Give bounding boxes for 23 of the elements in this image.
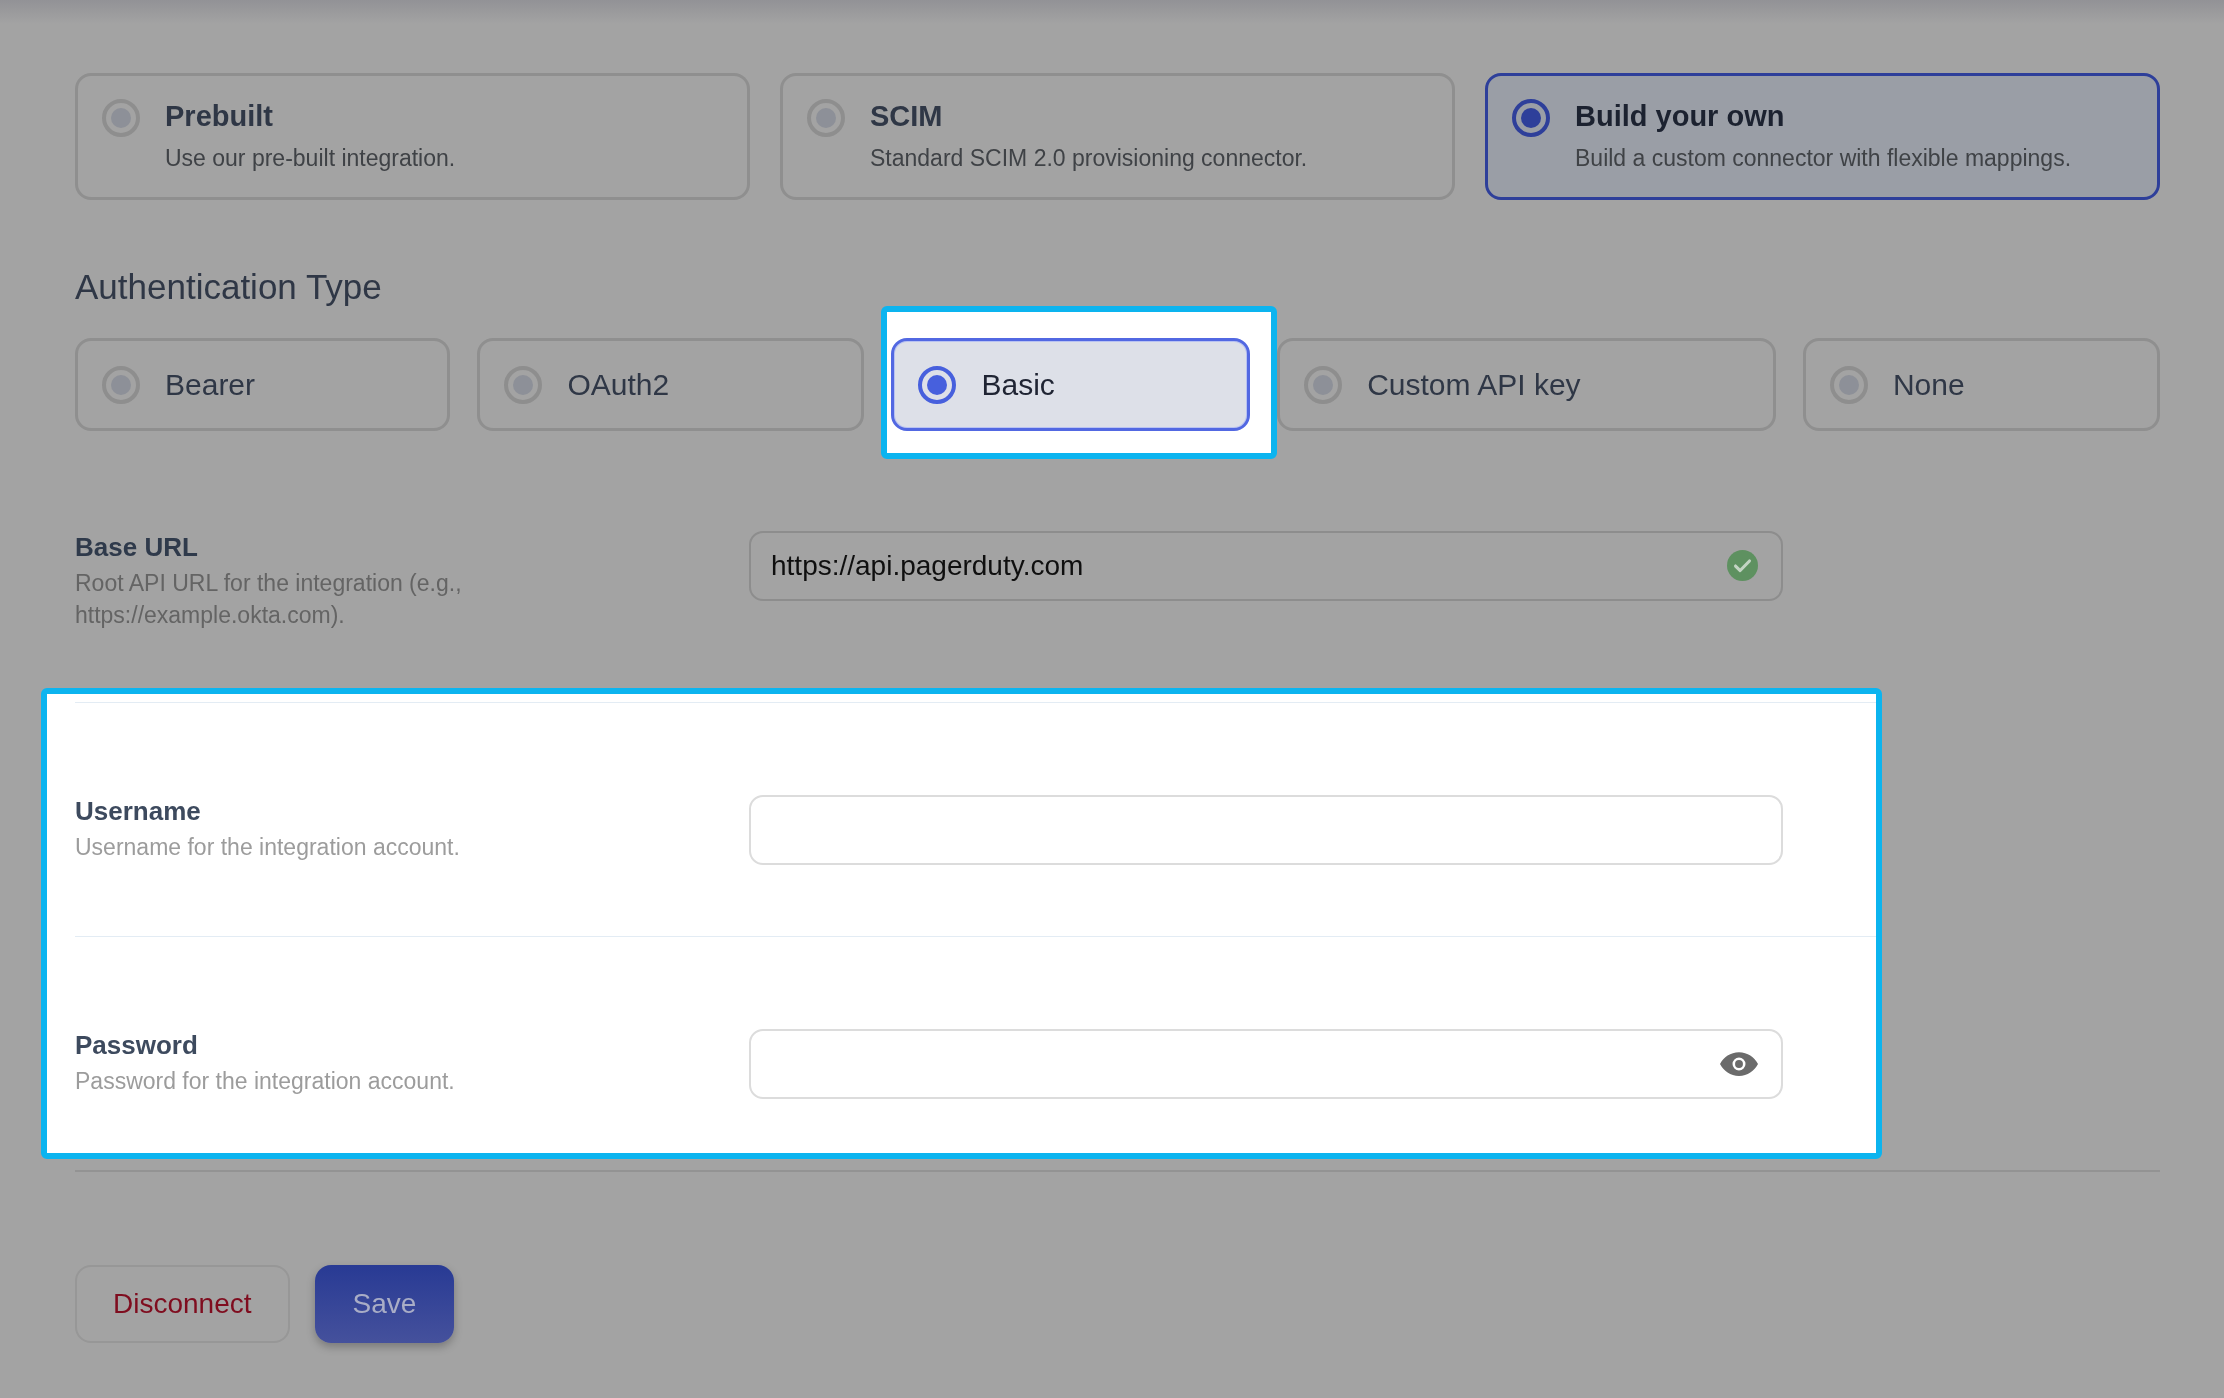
field-description: Password for the integration account. [75,1067,455,1096]
radio-icon [918,365,957,404]
field-description: Root API URL for the integration (e.g., https://example.okta.com). [75,569,463,630]
option-card[interactable]: SCIM Standard SCIM 2.0 provisioning connector. [780,73,1455,200]
option-card[interactable]: Build your own Build a custom connector with flexible mappings. [1485,73,2160,200]
radio-option[interactable]: Custom API key [1277,338,1776,431]
primary-button[interactable]: Save [314,1265,455,1343]
input-field[interactable] [749,795,1783,865]
field-label: Username [75,796,201,827]
radio-icon [1512,99,1550,137]
password-field[interactable] [749,1029,1783,1099]
radio-option[interactable]: None [1802,338,2160,431]
option-card[interactable]: Prebuilt Use our pre-built integration. [75,73,750,200]
field-label: Password [75,1030,198,1061]
radio-option[interactable]: OAuth2 [477,338,865,431]
input-field[interactable]: https://api.pagerduty.com [749,531,1783,601]
eye-icon[interactable] [1720,1052,1758,1076]
outline-button[interactable]: Disconnect [75,1265,290,1343]
radio-option[interactable]: Basic [891,338,1251,431]
field-description: Username for the integration account. [75,833,460,862]
field-label: Base URL [75,532,198,563]
radio-option[interactable]: Bearer [75,338,451,431]
section-heading: Authentication Type [75,266,382,307]
